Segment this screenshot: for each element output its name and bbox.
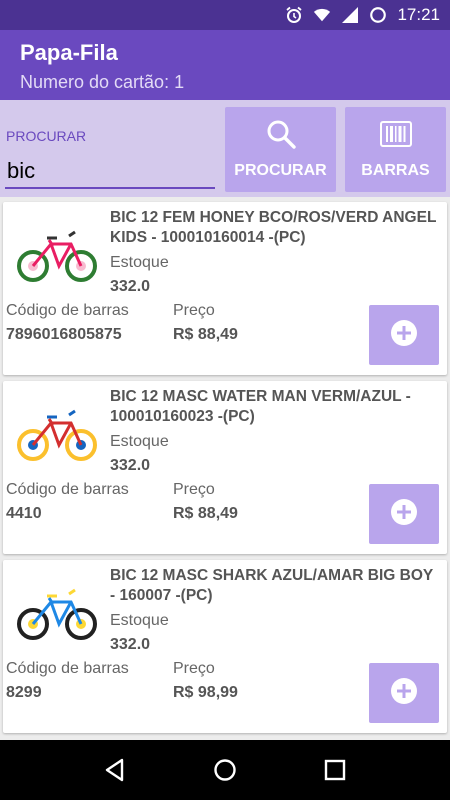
price-value: R$ 88,49 bbox=[173, 326, 238, 343]
back-icon[interactable] bbox=[97, 752, 133, 788]
product-card[interactable]: BIC 12 FEM HONEY BCO/ROS/VERD ANGEL KIDS… bbox=[3, 202, 447, 375]
barcode-value: 7896016805875 bbox=[6, 326, 122, 343]
status-time: 17:21 bbox=[397, 5, 440, 24]
status-bar: 17:21 bbox=[0, 0, 450, 30]
app-bar: Papa-Fila Numero do cartão: 1 bbox=[0, 30, 450, 100]
bicycle-image bbox=[9, 580, 107, 642]
add-to-cart-button[interactable] bbox=[369, 663, 439, 723]
home-icon[interactable] bbox=[207, 752, 243, 788]
product-name: BIC 12 MASC SHARK AZUL/AMAR BIG BOY - 16… bbox=[110, 567, 433, 604]
stock-value: 332.0 bbox=[110, 278, 151, 295]
barcode-label: Código de barras bbox=[6, 660, 129, 677]
stock-label: Estoque bbox=[110, 612, 169, 629]
search-panel: PROCURAR PROCURAR BARRAS bbox=[0, 100, 450, 197]
add-to-cart-button[interactable] bbox=[369, 305, 439, 365]
plus-circle-icon bbox=[389, 497, 419, 532]
search-button-label: PROCURAR bbox=[234, 162, 327, 179]
battery-icon bbox=[369, 6, 387, 24]
barcode-value: 4410 bbox=[6, 505, 42, 522]
stock-label: Estoque bbox=[110, 254, 169, 271]
price-label: Preço bbox=[173, 660, 215, 677]
search-input[interactable] bbox=[5, 155, 215, 189]
recents-icon[interactable] bbox=[317, 752, 353, 788]
product-card[interactable]: BIC 12 MASC WATER MAN VERM/AZUL - 100010… bbox=[3, 381, 447, 554]
stock-label: Estoque bbox=[110, 433, 169, 450]
barcode-value: 8299 bbox=[6, 684, 42, 701]
plus-circle-icon bbox=[389, 318, 419, 353]
product-list: BIC 12 FEM HONEY BCO/ROS/VERD ANGEL KIDS… bbox=[0, 197, 450, 740]
barcode-label: Código de barras bbox=[6, 481, 129, 498]
barcode-icon bbox=[379, 119, 412, 154]
price-label: Preço bbox=[173, 302, 215, 319]
bicycle-image bbox=[9, 401, 107, 463]
search-icon bbox=[266, 119, 296, 154]
plus-circle-icon bbox=[389, 676, 419, 711]
price-value: R$ 88,49 bbox=[173, 505, 238, 522]
add-to-cart-button[interactable] bbox=[369, 484, 439, 544]
product-card[interactable]: BIC 12 MASC SHARK AZUL/AMAR BIG BOY - 16… bbox=[3, 560, 447, 733]
product-name: BIC 12 MASC WATER MAN VERM/AZUL - 100010… bbox=[110, 388, 411, 425]
barcode-button[interactable]: BARRAS bbox=[345, 107, 446, 192]
search-button[interactable]: PROCURAR bbox=[225, 107, 336, 192]
card-number: Numero do cartão: 1 bbox=[20, 72, 185, 92]
stock-value: 332.0 bbox=[110, 457, 151, 474]
stock-value: 332.0 bbox=[110, 636, 151, 653]
signal-icon bbox=[341, 6, 359, 24]
product-name: BIC 12 FEM HONEY BCO/ROS/VERD ANGEL KIDS… bbox=[110, 209, 437, 246]
barcode-label: Código de barras bbox=[6, 302, 129, 319]
app-title: Papa-Fila bbox=[20, 40, 118, 65]
price-value: R$ 98,99 bbox=[173, 684, 238, 701]
alarm-icon bbox=[285, 6, 303, 24]
wifi-icon bbox=[313, 6, 331, 24]
navigation-bar bbox=[0, 740, 450, 800]
barcode-button-label: BARRAS bbox=[361, 162, 430, 179]
bicycle-image bbox=[9, 222, 107, 284]
price-label: Preço bbox=[173, 481, 215, 498]
search-label: PROCURAR bbox=[6, 128, 87, 144]
